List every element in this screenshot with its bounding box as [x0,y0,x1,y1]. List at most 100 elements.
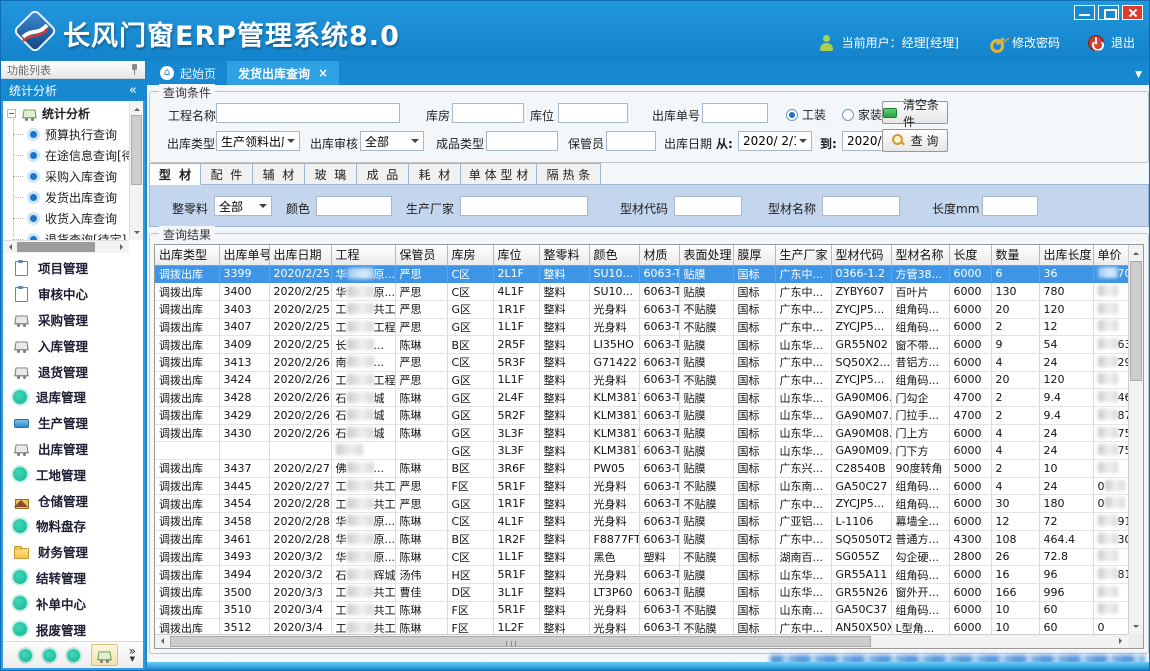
cell[interactable]: B区 [447,530,493,548]
cell[interactable]: 90度转角 [891,460,949,478]
cell[interactable]: 60 [1039,601,1093,619]
cell[interactable]: GR55N02 [831,336,891,354]
cell[interactable]: 组角码... [891,300,949,318]
order-no-input[interactable] [702,103,768,123]
cell[interactable]: 调拨出库 [155,300,219,318]
cell[interactable]: 陈琳 [395,548,447,566]
cell[interactable]: 6000 [949,371,991,389]
cell[interactable]: 3510 [219,601,269,619]
cell[interactable]: 6063-T5 [639,283,679,301]
cell[interactable]: 2 [991,389,1039,407]
cell[interactable]: 国标 [733,583,775,601]
cell[interactable]: 调拨出库 [155,460,219,478]
cell[interactable]: 国标 [733,318,775,336]
cell[interactable]: G区 [447,318,493,336]
out-type-select[interactable]: 生产领料出库 [216,131,300,151]
cell[interactable]: 1L1F [493,548,539,566]
cell[interactable]: 山东华... [775,424,831,442]
cell[interactable]: 陈琳 [395,601,447,619]
cell[interactable]: 3399 [219,265,269,283]
cell[interactable]: 不贴膜 [679,495,733,513]
cell[interactable]: C区 [447,353,493,371]
cell[interactable]: 组角码... [891,318,949,336]
cell[interactable]: G区 [447,371,493,389]
cell[interactable]: 3458 [219,513,269,531]
scroll-right-icon[interactable] [1119,638,1125,644]
cell[interactable]: KLM3817 [589,424,639,442]
cell[interactable]: 山东华... [775,583,831,601]
cell[interactable]: 严思 [395,353,447,371]
cell[interactable]: 调拨出库 [155,495,219,513]
cell[interactable]: 国标 [733,371,775,389]
material-tab-单体型材[interactable]: 单 体 型 材 [461,163,537,185]
cell[interactable]: 6063-T5 [639,336,679,354]
cell[interactable]: 3407 [219,318,269,336]
cell[interactable]: 山东华... [775,442,831,460]
cell[interactable]: 1R1F [493,495,539,513]
cell[interactable]: 国标 [733,407,775,425]
cell[interactable]: GA90M07. [831,407,891,425]
sidebar-item-项目管理[interactable]: 项目管理 [3,255,143,281]
cell[interactable]: 湖南百... [775,548,831,566]
cell[interactable]: 调拨出库 [155,318,219,336]
cell[interactable]: 6000 [949,495,991,513]
material-tab-配件[interactable]: 配 件 [201,163,253,185]
cell[interactable]: 整料 [539,265,589,283]
cell[interactable]: 调拨出库 [155,353,219,371]
cell[interactable]: 工共工程 [331,300,395,318]
tree-root-item[interactable]: 统计分析 [3,103,129,124]
cell[interactable]: 整料 [539,283,589,301]
cell[interactable]: 山东华... [775,389,831,407]
cell[interactable]: 调拨出库 [155,389,219,407]
cell[interactable]: 6000 [949,424,991,442]
keeper-input[interactable] [606,131,656,151]
cell[interactable]: 2020/2/28 [269,530,331,548]
cell[interactable]: C区 [447,283,493,301]
cell[interactable]: 6000 [949,601,991,619]
cell[interactable]: 国标 [733,265,775,283]
cell[interactable]: 2020/2/25 [269,318,331,336]
cell[interactable]: 调拨出库 [155,477,219,495]
cell[interactable]: ZYCJP5... [831,495,891,513]
cell[interactable]: 3400 [219,283,269,301]
cell[interactable]: GA50C37 [831,601,891,619]
cell[interactable]: 166 [991,583,1039,601]
cell[interactable]: 4 [991,442,1039,460]
cell[interactable]: 130 [991,283,1039,301]
cell[interactable]: 6063-T5 [639,530,679,548]
cell[interactable]: 6000 [949,353,991,371]
cell[interactable]: 2020/3/2 [269,566,331,584]
cell[interactable]: 山东南... [775,477,831,495]
cell[interactable]: 门拉手... [891,407,949,425]
cell[interactable]: GR55A11 [831,566,891,584]
sidebar-item-出库管理[interactable]: 出库管理 [3,436,143,462]
cell[interactable]: 广东中... [775,495,831,513]
cell[interactable]: 20 [991,371,1039,389]
cell[interactable]: 国标 [733,389,775,407]
cell[interactable]: ZYBY607 [831,283,891,301]
cell[interactable]: 山东华... [775,407,831,425]
sidebar-overflow-button[interactable]: » ▼ [129,647,136,663]
cell[interactable]: 调拨出库 [155,548,219,566]
cell[interactable]: 6000 [949,265,991,283]
module-dot-icon[interactable] [67,649,80,662]
pin-icon[interactable] [130,64,139,75]
color-input[interactable] [316,196,392,216]
cell[interactable]: 6063-T5 [639,407,679,425]
material-tab-成品[interactable]: 成 品 [357,163,409,185]
factory-input[interactable] [460,196,588,216]
cell[interactable]: 严思 [395,371,447,389]
whole-part-select[interactable]: 全部 [214,196,272,216]
column-header-长度[interactable]: 长度 [949,245,991,265]
cell[interactable]: 3454 [219,495,269,513]
column-header-库房[interactable]: 库房 [447,245,493,265]
cell[interactable]: 贴膜 [679,530,733,548]
sidebar-item-仓储管理[interactable]: 仓储管理 [3,487,143,513]
cell[interactable]: 整料 [539,566,589,584]
sidebar-item-补单中心[interactable]: 补单中心 [3,590,143,616]
cell[interactable]: 普通方... [891,530,949,548]
cell[interactable]: 3493 [219,548,269,566]
cell[interactable]: GA90M06. [831,389,891,407]
tree-item-退货查询[待定][interactable]: 退货查询[待定] [3,229,129,240]
cell[interactable]: 整料 [539,442,589,460]
